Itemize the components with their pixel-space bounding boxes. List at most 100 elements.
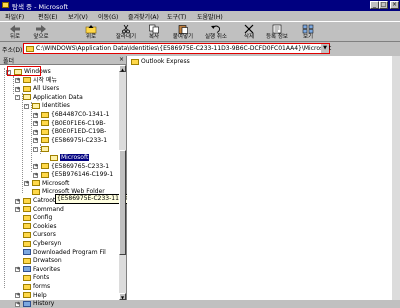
- tree-item[interactable]: Fonts: [23, 274, 49, 282]
- copy-icon: [149, 24, 159, 34]
- cut-button[interactable]: 잘라내기: [113, 23, 139, 42]
- properties-button[interactable]: 등록 정보: [264, 23, 290, 42]
- folder-icon: [41, 120, 49, 127]
- undo-button[interactable]: 실행 취소: [203, 23, 229, 42]
- menu-view[interactable]: 보기(V): [68, 12, 88, 21]
- expand-icon[interactable]: +: [15, 293, 20, 299]
- tree-item[interactable]: {B0E0F1E6-C19B-: [41, 120, 106, 128]
- delete-button[interactable]: 삭제: [236, 23, 262, 42]
- back-button[interactable]: 뒤로: [2, 23, 28, 42]
- forward-button[interactable]: 앞으로: [28, 23, 54, 42]
- up-button[interactable]: 위로: [78, 23, 104, 42]
- tree-item[interactable]: Drwatson: [23, 257, 62, 265]
- tree-item[interactable]: Downloaded Program Fil: [23, 249, 106, 257]
- folder-icon: [131, 58, 139, 65]
- folder-icon: [23, 223, 31, 230]
- views-button[interactable]: 보기: [295, 23, 321, 42]
- menu-tools[interactable]: 도구(T): [167, 12, 186, 21]
- folder-icon: [23, 283, 31, 290]
- tree-item[interactable]: Application Data: [23, 94, 83, 102]
- tree-item-label: Cursors: [33, 231, 56, 239]
- expand-icon[interactable]: +: [33, 172, 38, 178]
- tree-item[interactable]: {B0E0F1ED-C19B-: [41, 128, 106, 136]
- tree-connector-line: [40, 144, 41, 154]
- menu-go[interactable]: 이동(G): [98, 12, 118, 21]
- tree-item-label: Config: [33, 214, 53, 222]
- tree-item[interactable]: Command: [23, 206, 64, 214]
- tree-connector-line: [4, 68, 5, 288]
- contents-scrollbar[interactable]: [392, 56, 400, 300]
- tree-item-label: History: [33, 300, 55, 308]
- folder-open-icon: [50, 154, 58, 161]
- tree-connector-line: [31, 102, 32, 172]
- folder-icon: [23, 292, 31, 299]
- tree-item[interactable]: Catroot: [23, 197, 55, 205]
- tree-item[interactable]: History: [23, 300, 54, 308]
- tree-item[interactable]: Microsoft: [50, 154, 90, 162]
- tree-item[interactable]: Cursors: [23, 231, 56, 239]
- delete-icon: [244, 24, 254, 34]
- toolbar: 뒤로 앞으로 위로 잘라내기 복사 붙여넣기 실행 취소 삭제 등록 정보 보기: [0, 21, 400, 42]
- tree-item[interactable]: Cookies: [23, 223, 57, 231]
- address-label: 주소(D): [2, 47, 23, 54]
- expand-icon[interactable]: +: [33, 129, 38, 135]
- forward-arrow-icon: [36, 25, 46, 33]
- chevron-down-icon[interactable]: ▼: [321, 44, 329, 53]
- tree-scrollbar[interactable]: ▲ ▼: [119, 65, 126, 300]
- folder-icon: [32, 180, 40, 187]
- menu-favorites[interactable]: 즐겨찾기(A): [128, 12, 159, 21]
- folder-icon: [41, 128, 49, 135]
- expand-icon[interactable]: +: [15, 198, 20, 204]
- copy-button[interactable]: 복사: [141, 23, 167, 42]
- expand-icon[interactable]: +: [15, 207, 20, 213]
- scroll-up-arrow-icon[interactable]: ▲: [119, 65, 126, 72]
- expand-icon[interactable]: +: [33, 138, 38, 144]
- menu-help[interactable]: 도움말(H): [197, 12, 223, 21]
- windows-highlight: [7, 66, 41, 76]
- tree-item[interactable]: Config: [23, 214, 52, 222]
- expand-icon[interactable]: +: [33, 121, 38, 127]
- close-button[interactable]: ×: [390, 1, 399, 9]
- menu-file[interactable]: 파일(F): [5, 12, 24, 21]
- tree-item-label: {6B4487C0-1341-1: [51, 111, 110, 118]
- maximize-button[interactable]: □: [379, 1, 388, 9]
- expand-icon[interactable]: +: [15, 86, 20, 92]
- tree-item[interactable]: {6B4487C0-1341-1: [41, 111, 109, 119]
- collapse-icon[interactable]: -: [33, 146, 38, 152]
- tree-item-label: All Users: [33, 85, 60, 93]
- minimize-button[interactable]: _: [370, 1, 379, 9]
- address-input[interactable]: C:\WINDOWS\Application Data\Identities\{…: [23, 43, 331, 54]
- tree-item[interactable]: Microsoft: [32, 180, 69, 188]
- folder-icon: [26, 46, 34, 52]
- expand-icon[interactable]: +: [15, 301, 20, 307]
- close-icon[interactable]: ×: [119, 56, 124, 63]
- tree-item[interactable]: Cybersyn: [23, 240, 61, 248]
- title-bar[interactable]: 탐색 중 - Microsoft _ □ ×: [0, 0, 400, 11]
- tree-item-label: Command: [33, 205, 64, 213]
- tree-item[interactable]: Identities: [32, 102, 70, 110]
- tree-item[interactable]: All Users: [23, 85, 59, 93]
- tree-item[interactable]: {E5869765-C233-1: [41, 163, 109, 171]
- tree-item-label: Help: [33, 291, 47, 299]
- expand-icon[interactable]: +: [15, 267, 20, 273]
- collapse-icon[interactable]: -: [15, 95, 20, 101]
- paste-icon: [178, 25, 188, 34]
- list-item[interactable]: Outlook Express: [131, 58, 190, 65]
- expand-icon[interactable]: +: [33, 164, 38, 170]
- folder-icon: [41, 163, 49, 170]
- tree-item[interactable]: {E586975I-C233-1: [41, 137, 107, 145]
- tree-item[interactable]: Help: [23, 292, 47, 300]
- expand-icon[interactable]: +: [24, 181, 29, 187]
- window-title: 탐색 중 - Microsoft: [12, 3, 69, 11]
- tree-item[interactable]: forms: [23, 283, 50, 291]
- expand-icon[interactable]: +: [15, 78, 20, 84]
- expand-icon[interactable]: +: [33, 112, 38, 118]
- tree-item[interactable]: 시작 메뉴: [23, 77, 57, 85]
- paste-button[interactable]: 붙여넣기: [170, 23, 196, 42]
- tree-item[interactable]: {E5B976146-C199-1: [41, 171, 113, 179]
- tree-item[interactable]: Favorites: [23, 266, 60, 274]
- collapse-icon[interactable]: -: [24, 103, 29, 109]
- scroll-down-arrow-icon[interactable]: ▼: [119, 293, 126, 300]
- scrollbar-thumb[interactable]: [119, 150, 126, 255]
- menu-edit[interactable]: 편집(E): [38, 12, 58, 21]
